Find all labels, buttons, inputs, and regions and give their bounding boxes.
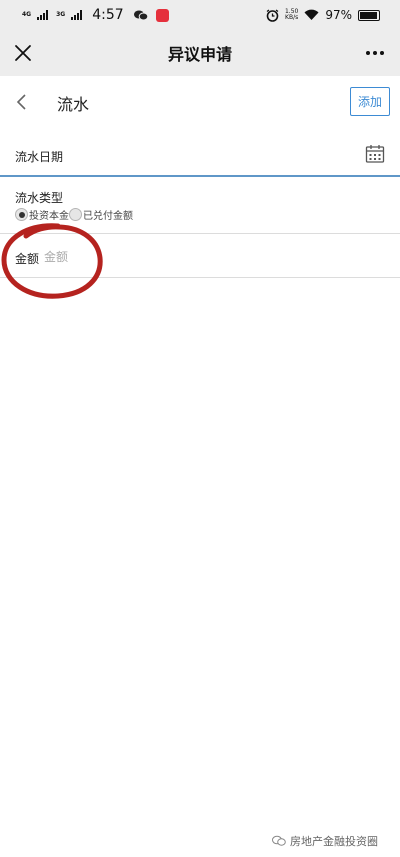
nav-title: 异议申请 bbox=[167, 45, 232, 64]
type-label: 流水类型 bbox=[15, 191, 64, 205]
date-label: 流水日期 bbox=[15, 150, 64, 164]
network-1-label: 4G bbox=[22, 11, 32, 18]
status-right: 1.50 KB/s 97% bbox=[266, 8, 380, 22]
battery-icon bbox=[358, 9, 380, 21]
signal-1-icon bbox=[37, 10, 49, 20]
app-notification-icon bbox=[155, 8, 169, 22]
network-1-indicator: 4G bbox=[22, 12, 31, 18]
back-icon[interactable] bbox=[12, 92, 32, 112]
close-icon[interactable] bbox=[10, 40, 36, 66]
wechat-notification-icon bbox=[133, 10, 148, 20]
wechat-logo-icon bbox=[272, 835, 286, 846]
nav-bar: 异议申请 bbox=[0, 30, 400, 76]
more-icon[interactable] bbox=[364, 43, 386, 63]
amount-input[interactable] bbox=[44, 246, 374, 268]
watermark: 房地产金融投资圈 bbox=[272, 833, 378, 849]
status-bar: 4G 3G 4:57 1.50 KB/s 97% bbox=[0, 0, 400, 30]
alarm-icon bbox=[266, 8, 279, 22]
network-2-indicator: 3G bbox=[56, 12, 65, 18]
status-time: 4:57 bbox=[92, 7, 124, 23]
page-header: 流水 添加 bbox=[0, 76, 400, 128]
radio-principal-label[interactable]: 投资本金 bbox=[29, 207, 69, 222]
type-field-row: 流水类型 投资本金 已兑付金额 bbox=[0, 177, 400, 234]
radio-principal[interactable] bbox=[15, 208, 28, 221]
calendar-icon[interactable] bbox=[365, 144, 385, 164]
page-title: 流水 bbox=[57, 95, 90, 114]
network-speed: 1.50 KB/s bbox=[285, 9, 298, 21]
radio-redeemed-label[interactable]: 已兑付金额 bbox=[83, 207, 133, 222]
speed-unit: KB/s bbox=[285, 14, 299, 21]
add-button[interactable]: 添加 bbox=[350, 87, 390, 116]
radio-selected-dot bbox=[18, 211, 25, 218]
network-2-label: 3G bbox=[56, 11, 66, 18]
radio-redeemed[interactable] bbox=[69, 208, 82, 221]
watermark-text: 房地产金融投资圈 bbox=[290, 835, 378, 848]
date-field-row[interactable]: 流水日期 bbox=[0, 137, 400, 177]
signal-2-icon bbox=[71, 10, 83, 20]
amount-field-row: 金额 bbox=[0, 234, 400, 278]
wifi-icon bbox=[304, 9, 319, 20]
status-left: 4G 3G 4:57 bbox=[22, 7, 169, 23]
amount-label: 金额 bbox=[15, 252, 40, 266]
battery-percent: 97% bbox=[325, 8, 352, 22]
type-radio-group: 投资本金 已兑付金额 bbox=[15, 207, 133, 222]
battery-level bbox=[360, 11, 378, 19]
screen: 4G 3G 4:57 1.50 KB/s 97% 异议申请 流水 添加 流水日期… bbox=[0, 0, 400, 857]
